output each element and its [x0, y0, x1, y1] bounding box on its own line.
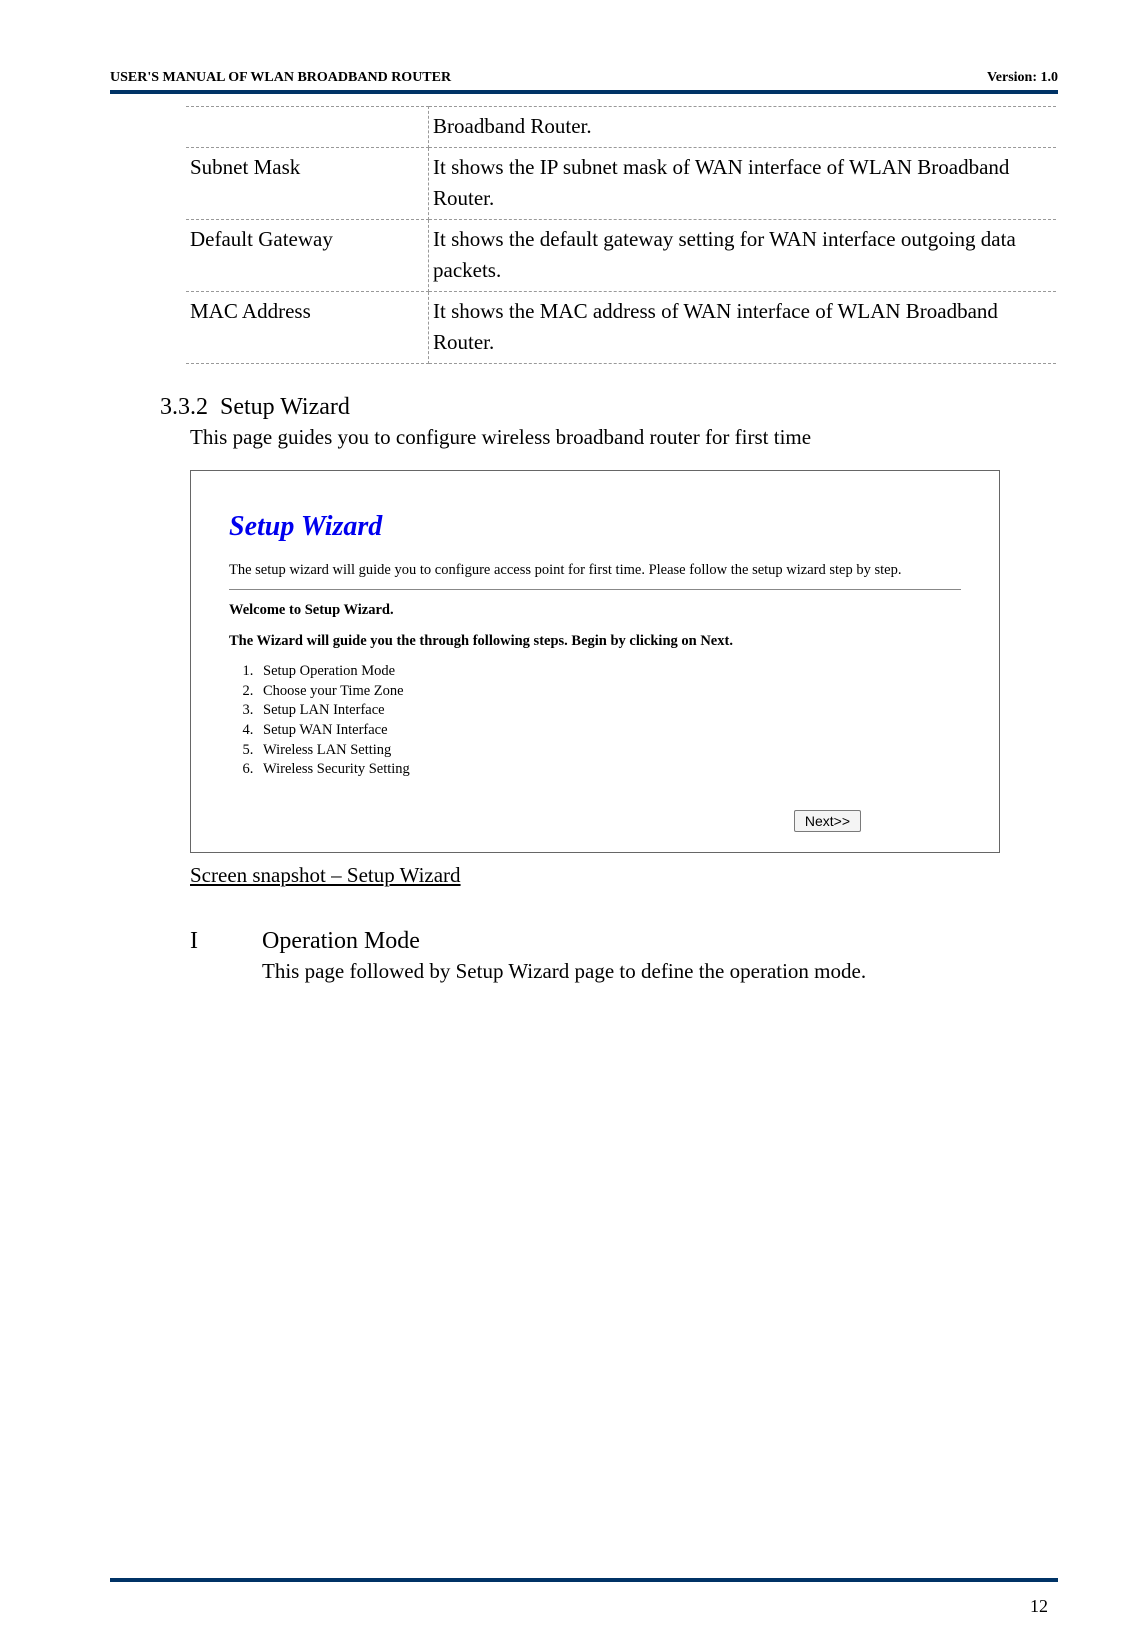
wizard-step: Wireless LAN Setting — [257, 741, 961, 761]
header-rule — [110, 90, 1058, 94]
wizard-step: Setup Operation Mode — [257, 662, 961, 682]
row-label: Subnet Mask — [186, 147, 429, 219]
table-row: MAC Address It shows the MAC address of … — [186, 291, 1056, 363]
sub-heading-title: Operation Mode — [262, 928, 420, 955]
row-desc: It shows the IP subnet mask of WAN inter… — [429, 147, 1057, 219]
section-number: 3.3.2 — [160, 394, 208, 420]
table-row: Default Gateway It shows the default gat… — [186, 219, 1056, 291]
row-desc: Broadband Router. — [429, 107, 1057, 148]
sub-intro: This page followed by Setup Wizard page … — [262, 959, 1058, 984]
header-right: Version: 1.0 — [987, 70, 1058, 86]
wan-info-table: Broadband Router. Subnet Mask It shows t… — [186, 106, 1056, 364]
wizard-title: Setup Wizard — [229, 511, 961, 543]
row-label: Default Gateway — [186, 219, 429, 291]
wizard-description: The setup wizard will guide you to confi… — [229, 561, 961, 580]
row-label: MAC Address — [186, 291, 429, 363]
sub-heading-number: I — [190, 928, 262, 955]
screenshot-caption: Screen snapshot – Setup Wizard — [190, 863, 1058, 888]
section-intro: This page guides you to configure wirele… — [190, 425, 1058, 450]
section-heading: 3.3.2 Setup Wizard — [160, 394, 1058, 421]
row-desc: It shows the MAC address of WAN interfac… — [429, 291, 1057, 363]
next-button[interactable]: Next>> — [794, 810, 861, 832]
page-number: 12 — [1030, 1596, 1048, 1617]
page-header: USER'S MANUAL OF WLAN BROADBAND ROUTER V… — [110, 70, 1058, 86]
wizard-instruction: The Wizard will guide you the through fo… — [229, 633, 961, 650]
footer-rule — [110, 1578, 1058, 1582]
wizard-steps-list: Setup Operation Mode Choose your Time Zo… — [257, 662, 961, 779]
row-desc: It shows the default gateway setting for… — [429, 219, 1057, 291]
table-row: Broadband Router. — [186, 107, 1056, 148]
section-title: Setup Wizard — [220, 394, 350, 420]
setup-wizard-screenshot: Setup Wizard The setup wizard will guide… — [190, 470, 1000, 853]
table-row: Subnet Mask It shows the IP subnet mask … — [186, 147, 1056, 219]
wizard-welcome: Welcome to Setup Wizard. — [229, 602, 961, 619]
wizard-step: Choose your Time Zone — [257, 682, 961, 702]
wizard-divider — [229, 589, 961, 590]
row-label — [186, 107, 429, 148]
sub-heading: I Operation Mode — [190, 928, 1058, 955]
wizard-step: Setup LAN Interface — [257, 701, 961, 721]
wizard-step: Setup WAN Interface — [257, 721, 961, 741]
header-left: USER'S MANUAL OF WLAN BROADBAND ROUTER — [110, 70, 451, 86]
wizard-step: Wireless Security Setting — [257, 760, 961, 780]
